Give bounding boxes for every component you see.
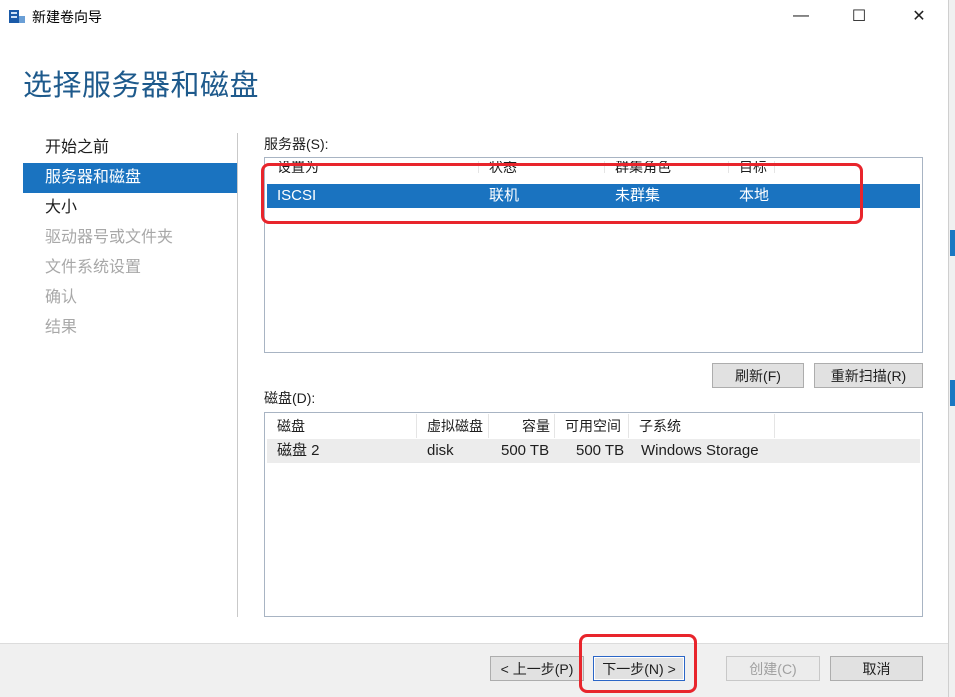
- nav-item-results: 结果: [45, 319, 78, 336]
- table-row[interactable]: ISCSI 联机 未群集 本地: [267, 184, 920, 208]
- column-header-disk[interactable]: 磁盘: [267, 414, 417, 438]
- column-header-status[interactable]: 状态: [479, 161, 605, 173]
- maximize-button[interactable]: ☐: [836, 0, 882, 32]
- wizard-steps-nav: 开始之前 服务器和磁盘 大小 驱动器号或文件夹 文件系统设置 确认 结果: [23, 133, 237, 343]
- column-header-cluster-role[interactable]: 群集角色: [605, 161, 729, 173]
- servers-list-header: 设置为 状态 群集角色 目标: [265, 161, 922, 173]
- disk-subsystem-cell: Windows Storage: [641, 442, 759, 459]
- maximize-icon: ☐: [851, 8, 867, 25]
- background-window-edge: [948, 0, 955, 697]
- nav-item-drive-letter: 驱动器号或文件夹: [45, 229, 174, 246]
- wizard-window: 新建卷向导 — ☐ ✕ 选择服务器和磁盘 开始之前 服务器和磁盘 大小 驱动器号…: [0, 0, 948, 697]
- column-header-target[interactable]: 目标: [729, 161, 775, 173]
- disk-virtual-disk-cell: disk: [427, 442, 454, 459]
- nav-item-before-you-begin[interactable]: 开始之前: [23, 133, 237, 163]
- disk-free-space-cell: 500 TB: [576, 442, 625, 459]
- page-title: 选择服务器和磁盘: [23, 70, 260, 102]
- column-header-capacity[interactable]: 容量: [489, 414, 555, 438]
- nav-item-confirmation: 确认: [45, 289, 78, 306]
- table-row[interactable]: 磁盘 2 disk 500 TB 500 TB Windows Storage: [267, 439, 920, 463]
- background-window-mark: [950, 380, 955, 406]
- column-header-free-space[interactable]: 可用空间: [555, 414, 629, 438]
- close-button[interactable]: ✕: [896, 0, 942, 32]
- minimize-icon: —: [793, 7, 809, 24]
- column-header-subsystem[interactable]: 子系统: [629, 414, 775, 438]
- create-button: 创建(C): [726, 656, 820, 681]
- nav-item-size[interactable]: 大小: [23, 193, 237, 223]
- server-cluster-role-cell: 未群集: [615, 187, 661, 204]
- server-target-cell: 本地: [739, 187, 770, 204]
- disks-label: 磁盘(D):: [264, 390, 316, 406]
- nav-item-file-system: 文件系统设置: [45, 259, 142, 276]
- refresh-button[interactable]: 刷新(F): [712, 363, 804, 388]
- rescan-button[interactable]: 重新扫描(R): [814, 363, 923, 388]
- minimize-button[interactable]: —: [778, 0, 824, 32]
- server-name-cell: ISCSI: [277, 187, 317, 204]
- server-manager-icon: [9, 10, 25, 23]
- nav-item-server-and-disk[interactable]: 服务器和磁盘: [23, 163, 237, 193]
- window-title: 新建卷向导: [32, 9, 102, 25]
- server-status-cell: 联机: [489, 187, 520, 204]
- title-bar: 新建卷向导 — ☐ ✕: [0, 0, 948, 32]
- nav-divider: [237, 133, 238, 617]
- servers-list[interactable]: 设置为 状态 群集角色 目标 ISCSI 联机 未群集 本地: [264, 157, 923, 353]
- column-header-virtual-disk[interactable]: 虚拟磁盘: [417, 414, 489, 438]
- background-window-mark: [950, 230, 955, 256]
- disks-list[interactable]: 磁盘 虚拟磁盘 容量 可用空间 子系统 磁盘 2 disk 500 TB 500…: [264, 412, 923, 617]
- disks-list-header: 磁盘 虚拟磁盘 容量 可用空间 子系统: [265, 414, 922, 438]
- servers-label: 服务器(S):: [264, 136, 329, 152]
- previous-button[interactable]: < 上一步(P): [490, 656, 584, 681]
- column-header-set-as[interactable]: 设置为: [267, 161, 479, 173]
- cancel-button[interactable]: 取消: [830, 656, 923, 681]
- next-button[interactable]: 下一步(N) >: [593, 656, 685, 681]
- disk-name-cell: 磁盘 2: [277, 442, 320, 459]
- close-icon: ✕: [912, 8, 926, 25]
- disk-capacity-cell: 500 TB: [501, 442, 550, 459]
